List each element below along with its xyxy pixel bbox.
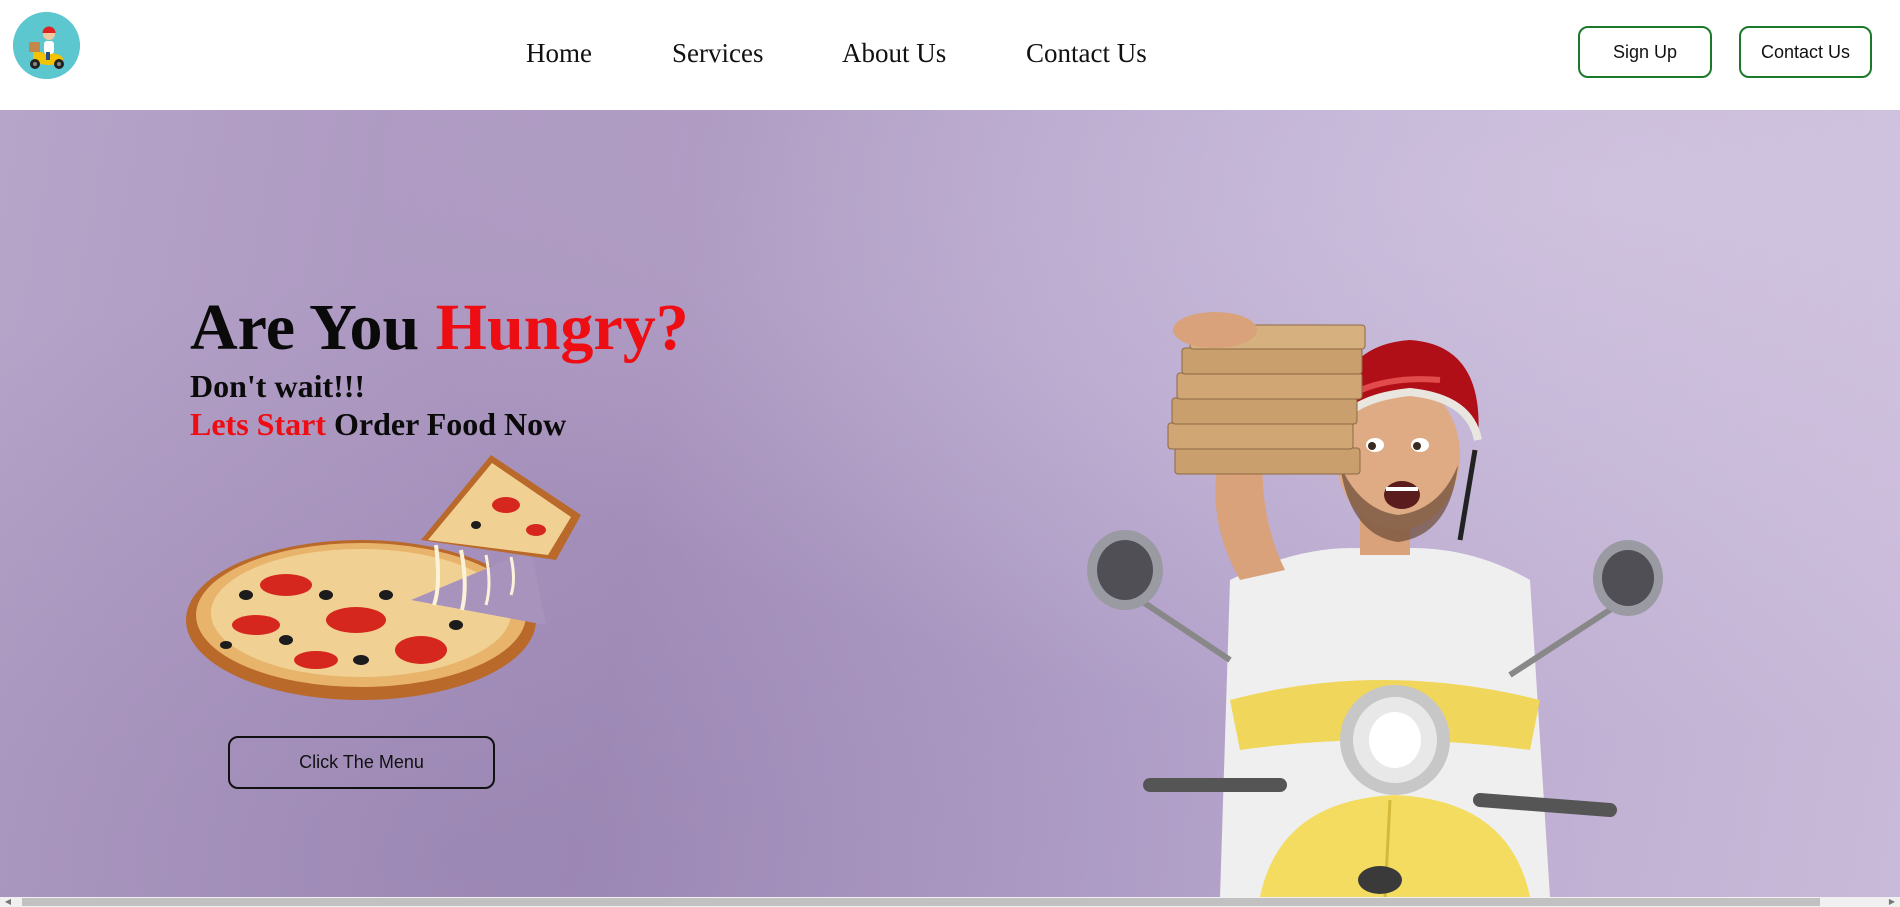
headline-text: Are You xyxy=(190,291,436,364)
pizza-boxes xyxy=(1167,324,1366,475)
scroll-left-arrow-icon[interactable]: ◀ xyxy=(2,898,14,906)
nav-about-us[interactable]: About Us xyxy=(842,38,946,69)
scrollbar-thumb[interactable] xyxy=(22,898,1820,906)
nav-services[interactable]: Services xyxy=(672,38,763,69)
contact-us-button[interactable]: Contact Us xyxy=(1739,26,1872,78)
hero-headline: Are You Hungry? xyxy=(190,295,689,361)
hero-section: Are You Hungry? Don't wait!!! Lets Start… xyxy=(0,110,1900,897)
nav-contact-us[interactable]: Contact Us xyxy=(1026,38,1147,69)
logo[interactable] xyxy=(13,12,80,79)
subline-text: Order Food Now xyxy=(325,406,567,442)
hero-subline-2: Lets Start Order Food Now xyxy=(190,406,566,443)
header: Home Services About Us Contact Us Sign U… xyxy=(0,0,1900,110)
pizza-image xyxy=(186,455,581,700)
click-the-menu-button[interactable]: Click The Menu xyxy=(228,736,495,789)
scroll-right-arrow-icon[interactable]: ▶ xyxy=(1886,898,1898,906)
subline-highlight: Lets Start xyxy=(190,406,326,442)
hero-subline-1: Don't wait!!! xyxy=(190,368,366,404)
horizontal-scrollbar[interactable]: ◀ ▶ xyxy=(0,897,1900,907)
sign-up-button[interactable]: Sign Up xyxy=(1578,26,1712,78)
page: Home Services About Us Contact Us Sign U… xyxy=(0,0,1900,907)
delivery-scooter-logo-icon xyxy=(13,12,80,79)
headline-highlight: Hungry? xyxy=(435,291,689,364)
delivery-rider-image xyxy=(1087,312,1663,897)
nav-home[interactable]: Home xyxy=(526,38,592,69)
